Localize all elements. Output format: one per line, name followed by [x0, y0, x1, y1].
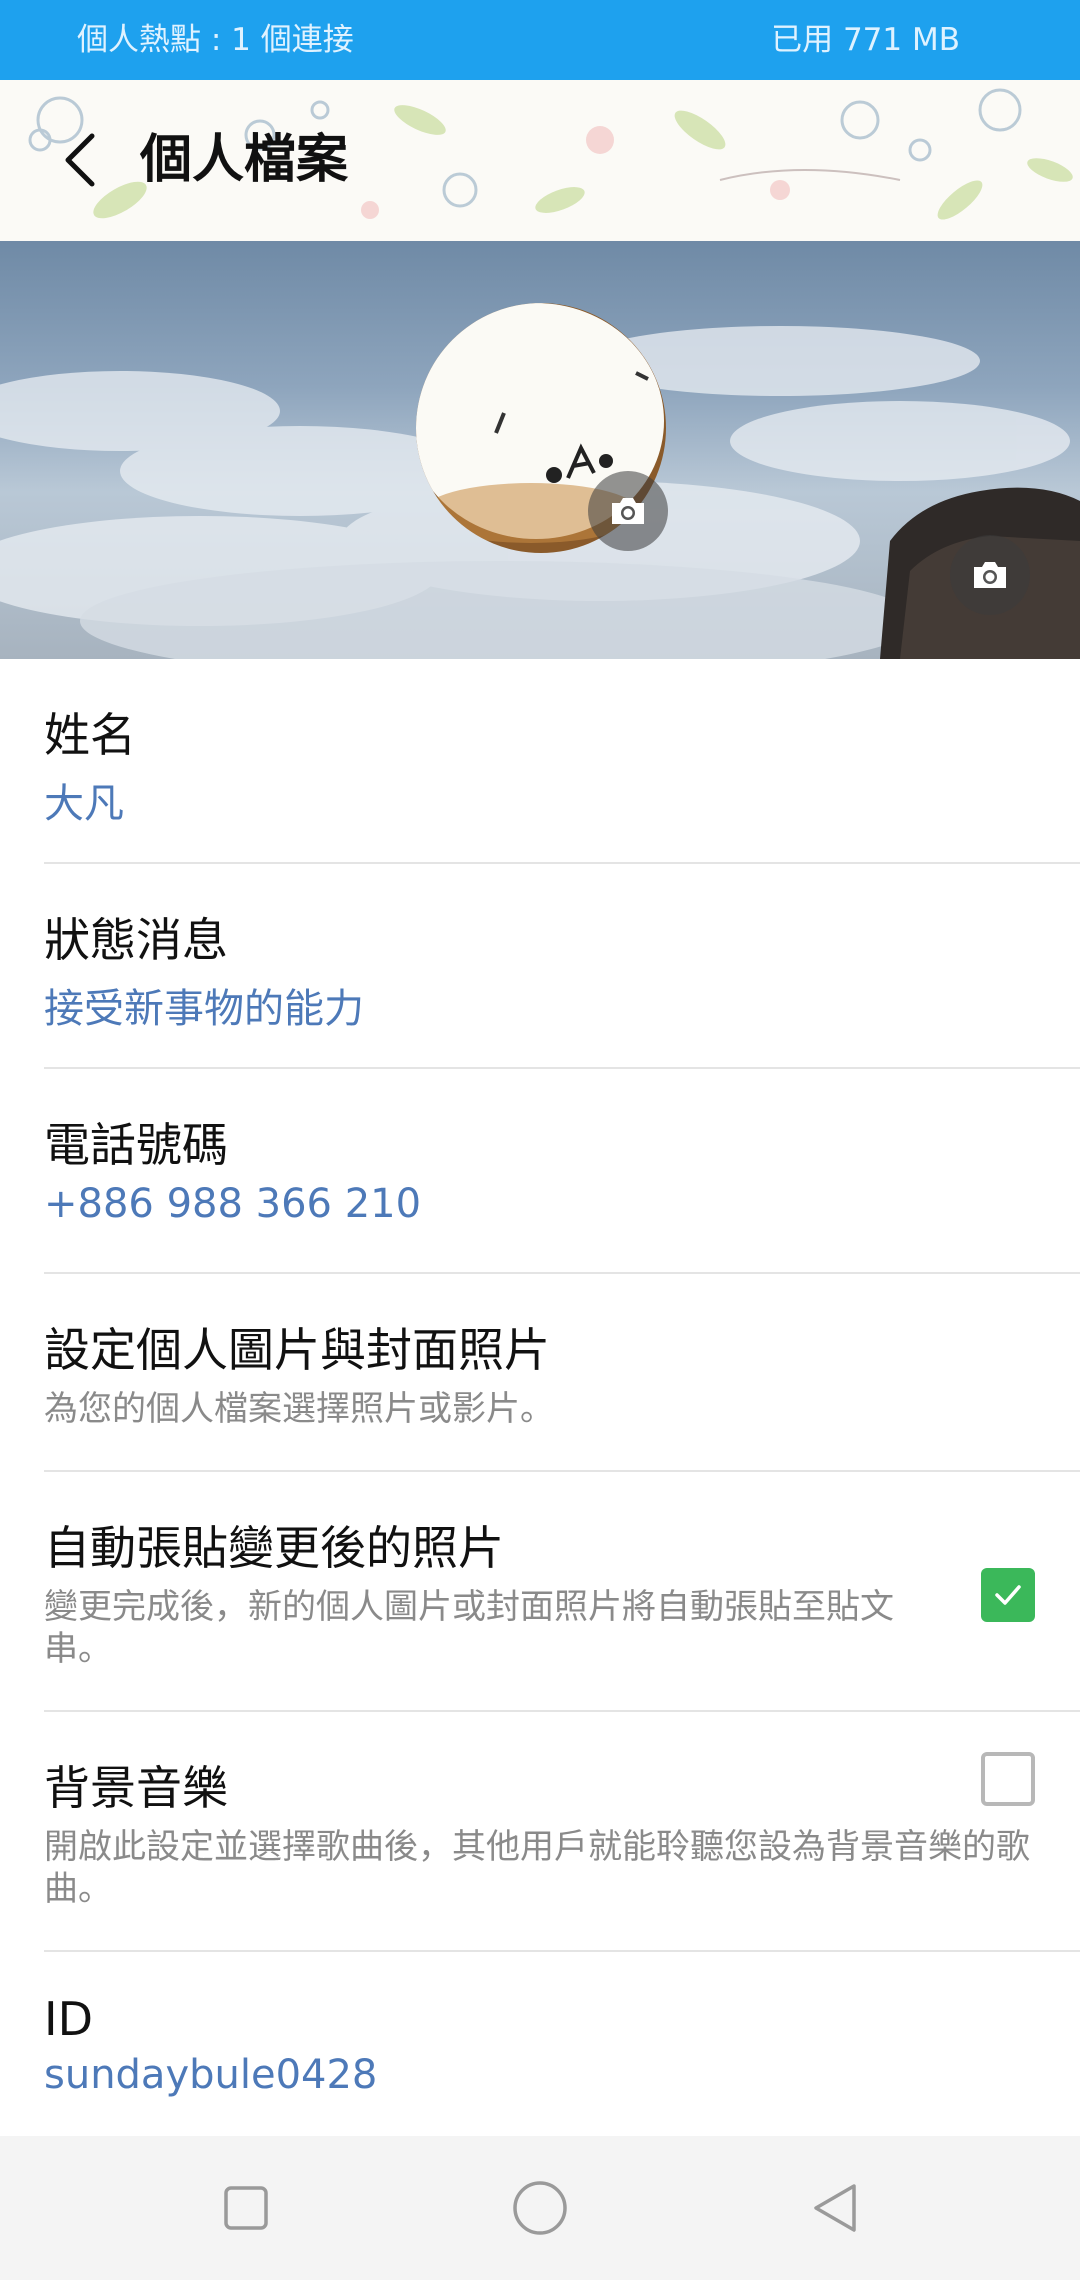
- camera-icon: [974, 562, 1006, 588]
- phone-row[interactable]: 電話號碼 +886 988 366 210: [44, 1069, 1080, 1274]
- status-label: 狀態消息: [44, 913, 228, 967]
- cover-photo[interactable]: [0, 241, 1080, 659]
- page-title: 個人檔案: [140, 130, 349, 190]
- id-value: sundaybule0428: [44, 2052, 378, 2098]
- app-header: 個人檔案: [0, 80, 1080, 241]
- profile-settings-list: 姓名 大凡 狀態消息 接受新事物的能力 電話號碼 +886 988 366 21…: [0, 659, 1080, 2142]
- home-button[interactable]: [500, 2168, 580, 2248]
- status-value: 接受新事物的能力: [44, 986, 364, 1032]
- recent-apps-button[interactable]: [206, 2168, 286, 2248]
- bgm-checkbox[interactable]: [981, 1752, 1035, 1806]
- bgm-label: 背景音樂: [44, 1761, 228, 1815]
- avatar-camera-button[interactable]: [588, 471, 668, 551]
- auto-post-desc: 變更完成後，新的個人圖片或封面照片將自動張貼至貼文串。: [44, 1587, 894, 1669]
- id-row[interactable]: ID sundaybule0428: [44, 1952, 1080, 2142]
- photo-setting-row[interactable]: 設定個人圖片與封面照片 為您的個人檔案選擇照片或影片。: [44, 1274, 1080, 1472]
- bgm-desc: 開啟此設定並選擇歌曲後，其他用戶就能聆聽您設為背景音樂的歌曲。: [44, 1827, 1030, 1909]
- status-message-row[interactable]: 狀態消息 接受新事物的能力: [44, 864, 1080, 1069]
- photo-setting-desc: 為您的個人檔案選擇照片或影片。: [44, 1389, 554, 1429]
- square-icon: [224, 2186, 268, 2230]
- check-icon: [995, 1585, 1021, 1605]
- circle-icon: [513, 2181, 567, 2235]
- phone-label: 電話號碼: [44, 1118, 228, 1172]
- nav-back-button[interactable]: [794, 2168, 874, 2248]
- name-row[interactable]: 姓名 大凡: [44, 659, 1080, 864]
- auto-post-checkbox[interactable]: [981, 1568, 1035, 1622]
- triangle-back-icon: [814, 2184, 856, 2232]
- background-music-row[interactable]: 背景音樂 開啟此設定並選擇歌曲後，其他用戶就能聆聽您設為背景音樂的歌曲。: [44, 1712, 1080, 1952]
- chevron-left-icon: [65, 133, 95, 187]
- back-button[interactable]: [40, 120, 120, 200]
- id-label: ID: [44, 1992, 93, 2046]
- camera-icon: [612, 498, 644, 524]
- cover-camera-button[interactable]: [950, 535, 1030, 615]
- name-value: 大凡: [44, 781, 124, 827]
- phone-value: +886 988 366 210: [44, 1181, 422, 1227]
- name-label: 姓名: [44, 708, 136, 762]
- data-usage: 已用 771 MB: [771, 22, 960, 58]
- status-bar: 個人熱點 : 1 個連接 已用 771 MB: [0, 0, 1080, 80]
- system-nav-bar: [0, 2136, 1080, 2280]
- auto-post-row[interactable]: 自動張貼變更後的照片 變更完成後，新的個人圖片或封面照片將自動張貼至貼文串。: [44, 1472, 1080, 1712]
- photo-setting-label: 設定個人圖片與封面照片: [44, 1323, 550, 1377]
- hotspot-status: 個人熱點 : 1 個連接: [77, 22, 354, 58]
- auto-post-label: 自動張貼變更後的照片: [44, 1521, 504, 1575]
